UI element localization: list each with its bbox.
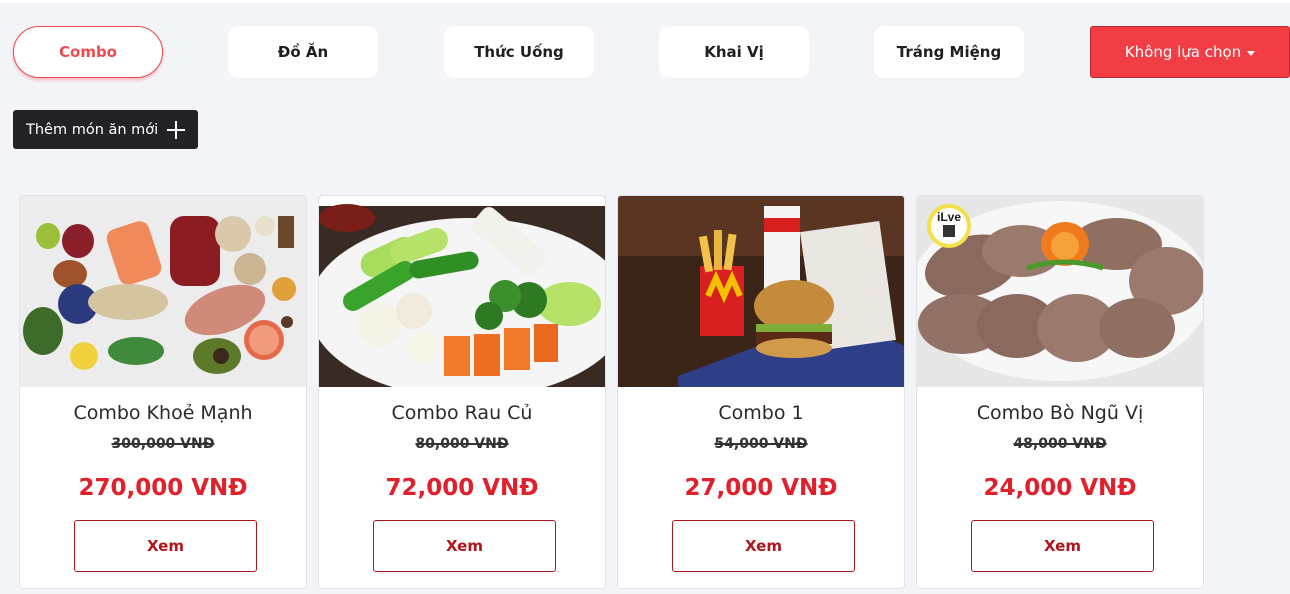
burger-meal-photo: [618, 196, 904, 387]
tab-combo[interactable]: Combo: [13, 26, 163, 78]
category-tabs: Combo Đồ Ăn Thức Uống Khai Vị Tráng Miện…: [13, 26, 1290, 78]
filter-dropdown[interactable]: Không lựa chọn: [1090, 26, 1290, 78]
product-card: iLve Combo Bò Ngũ Vị 48,000 VNĐ 24,000 V…: [916, 195, 1204, 589]
product-card: Combo Khoẻ Mạnh 300,000 VNĐ 270,000 VNĐ …: [19, 195, 307, 589]
view-button[interactable]: Xem: [373, 520, 556, 572]
product-old-price: 80,000 VNĐ: [415, 436, 509, 452]
add-dish-button[interactable]: Thêm món ăn mới: [13, 110, 198, 149]
healthy-food-photo: [20, 196, 306, 387]
product-price: 24,000 VNĐ: [983, 475, 1137, 501]
tab-khai-vi[interactable]: Khai Vị: [659, 26, 809, 78]
view-button[interactable]: Xem: [74, 520, 257, 572]
top-strip: [0, 0, 1290, 3]
view-button[interactable]: Xem: [971, 520, 1154, 572]
product-name: Combo Bò Ngũ Vị: [976, 402, 1144, 424]
tab-trang-mieng[interactable]: Tráng Miệng: [874, 26, 1024, 78]
product-name: Combo Rau Củ: [391, 402, 533, 424]
plus-icon: [167, 120, 186, 139]
view-button[interactable]: Xem: [672, 520, 855, 572]
caret-down-icon: [1247, 50, 1256, 56]
product-card: Combo 1 54,000 VNĐ 27,000 VNĐ Xem: [617, 195, 905, 589]
product-price: 270,000 VNĐ: [78, 475, 248, 501]
product-price: 27,000 VNĐ: [684, 475, 838, 501]
tab-do-an[interactable]: Đồ Ăn: [228, 26, 378, 78]
add-dish-label: Thêm món ăn mới: [26, 121, 159, 138]
product-name: Combo 1: [718, 402, 804, 424]
product-name: Combo Khoẻ Mạnh: [73, 402, 253, 424]
sliced-beef-photo: iLve: [917, 196, 1203, 387]
product-old-price: 300,000 VNĐ: [111, 436, 215, 452]
vegetable-platter-photo: [319, 196, 605, 387]
filter-dropdown-label: Không lựa chọn: [1124, 43, 1242, 61]
product-price: 72,000 VNĐ: [385, 475, 539, 501]
product-old-price: 48,000 VNĐ: [1013, 436, 1107, 452]
tab-thuc-uong[interactable]: Thức Uống: [444, 26, 594, 78]
watermark-text: iLve: [937, 210, 961, 224]
product-old-price: 54,000 VNĐ: [714, 436, 808, 452]
product-card: Combo Rau Củ 80,000 VNĐ 72,000 VNĐ Xem: [318, 195, 606, 589]
